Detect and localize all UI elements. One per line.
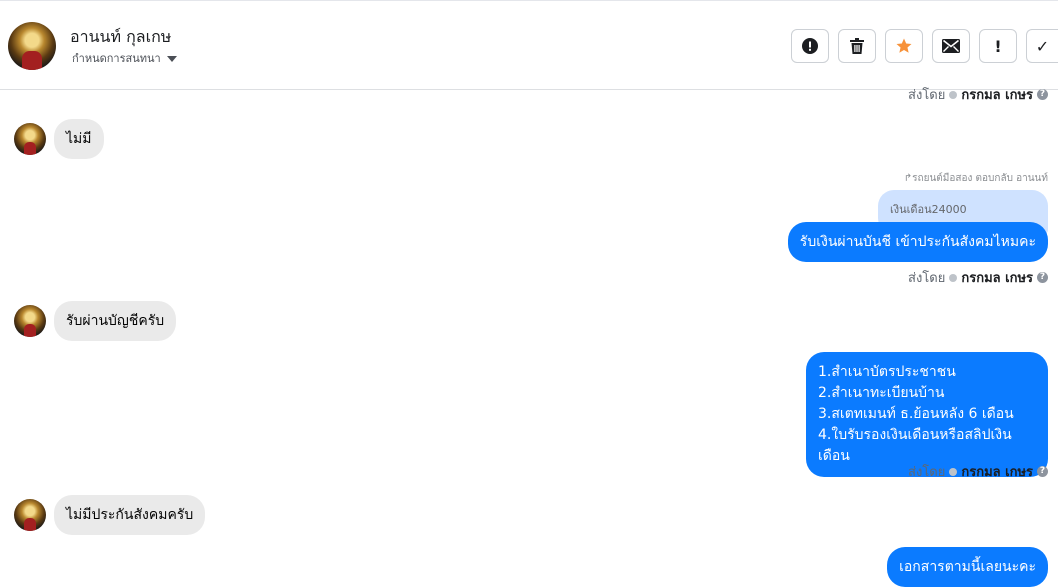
verified-icon (949, 90, 958, 99)
verified-icon (949, 467, 958, 476)
verified-icon (949, 273, 958, 282)
message-line: 2.สำเนาทะเบียนบ้าน (818, 385, 945, 401)
message-line: 1.สำเนาบัตรประชาชน (818, 364, 956, 380)
outgoing-message[interactable]: รับเงินผ่านบันชี เข้าประกันสังคมไหมคะ (787, 222, 1048, 262)
contact-avatar[interactable] (8, 22, 56, 70)
sent-by-label: ส่งโดย (908, 88, 946, 103)
spam-button[interactable]: ! (979, 29, 1017, 63)
incoming-message[interactable]: ไม่มี (54, 119, 104, 159)
outgoing-message[interactable]: เอกสารตามนี้เลยนะคะ (887, 547, 1048, 587)
reply-note: ↱รถยนต์มือสอง ตอบกลับ อานนท์ (903, 173, 1048, 184)
mark-done-button[interactable]: ✓ (1026, 29, 1058, 63)
incoming-message[interactable]: รับผ่านบัญชีครับ (54, 301, 177, 341)
contact-name[interactable]: อานนท์ กุลเกษ (70, 25, 171, 50)
sent-by-label: ส่งโดย (908, 271, 946, 286)
assign-conversation-dropdown[interactable]: กำหนดการสนทนา (72, 49, 177, 67)
sent-by-line: ส่งโดย กรกมล เกษร ? (908, 267, 1048, 288)
header-actions: ! ✓ (791, 29, 1058, 63)
caret-down-icon (166, 56, 177, 62)
assign-label: กำหนดการสนทนา (72, 52, 161, 65)
delete-button[interactable] (838, 29, 876, 63)
star-button[interactable] (885, 29, 923, 63)
sender-name[interactable]: กรกมล เกษร (961, 267, 1033, 288)
message-line: 3.สเตทเมนท์ ธ.ย้อนหลัง 6 เดือน (818, 406, 1014, 422)
mail-icon (942, 39, 960, 53)
check-icon: ✓ (1035, 36, 1050, 56)
help-icon[interactable]: ? (1037, 466, 1048, 477)
star-icon (896, 38, 912, 53)
contact-avatar-small[interactable] (14, 305, 46, 337)
incoming-message[interactable]: ไม่มีประกันสังคมครับ (54, 495, 206, 535)
help-icon[interactable]: ? (1037, 272, 1048, 283)
trash-icon (850, 38, 864, 54)
exclamation-icon: ! (994, 36, 1002, 56)
contact-avatar-small[interactable] (14, 499, 46, 531)
sender-name[interactable]: กรกมล เกษร (961, 84, 1033, 105)
alert-circle-icon (802, 38, 818, 54)
sender-name[interactable]: กรกมล เกษร (961, 461, 1033, 482)
outgoing-message-multiline[interactable]: 1.สำเนาบัตรประชาชน 2.สำเนาทะเบียนบ้าน 3.… (806, 352, 1048, 477)
sent-by-line: ส่งโดย กรกมล เกษร ? (908, 461, 1048, 482)
report-button[interactable] (791, 29, 829, 63)
sent-by-label: ส่งโดย (908, 465, 946, 480)
conversation-header: อานนท์ กุลเกษ กำหนดการสนทนา ! ✓ (0, 0, 1058, 90)
mark-unread-button[interactable] (932, 29, 970, 63)
sent-by-line: ส่งโดย กรกมล เกษร ? (908, 84, 1048, 105)
help-icon[interactable]: ? (1037, 89, 1048, 100)
contact-avatar-small[interactable] (14, 123, 46, 155)
